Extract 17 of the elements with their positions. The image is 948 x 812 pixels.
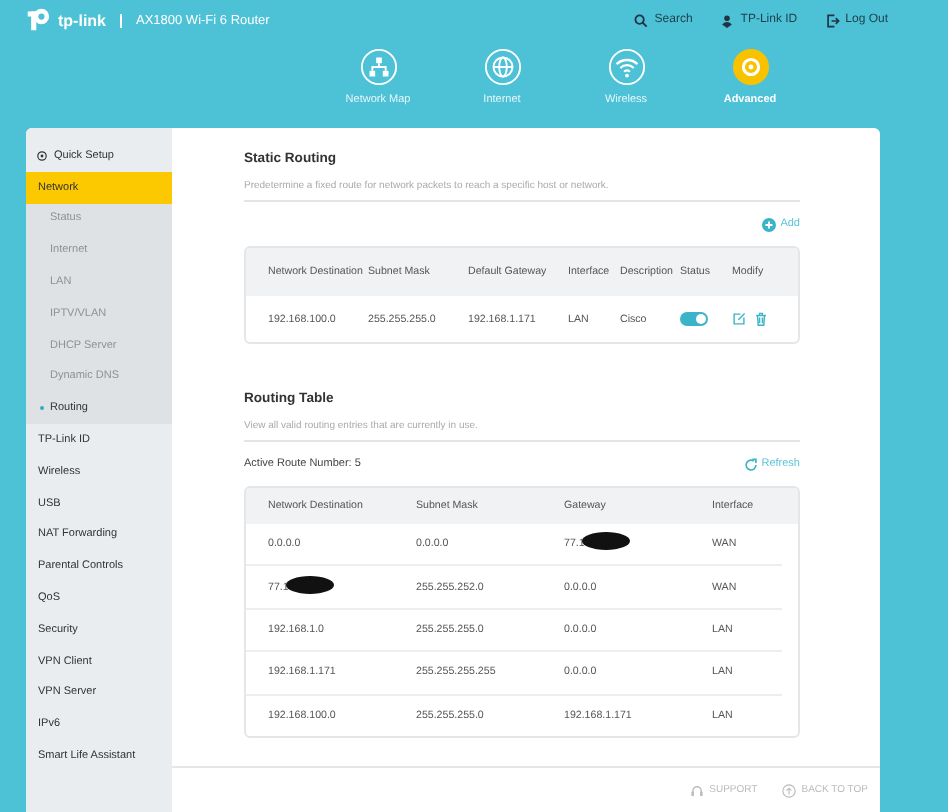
search-icon	[634, 13, 649, 27]
wifi-icon	[607, 48, 645, 86]
status-toggle[interactable]	[680, 312, 708, 326]
globe-icon	[483, 48, 521, 86]
logo-icon	[26, 8, 50, 32]
redaction-mark	[582, 532, 630, 551]
edit-icon[interactable]	[732, 312, 746, 326]
headset-icon	[689, 783, 704, 797]
plus-icon	[762, 217, 777, 231]
redaction-mark	[286, 575, 334, 594]
logout-icon	[825, 13, 840, 27]
person-icon	[720, 13, 735, 27]
refresh-icon	[743, 457, 758, 471]
delete-icon[interactable]	[754, 312, 768, 326]
up-arrow-icon	[781, 783, 796, 797]
brand-name: tp-link	[58, 11, 106, 29]
network-icon	[359, 48, 397, 86]
